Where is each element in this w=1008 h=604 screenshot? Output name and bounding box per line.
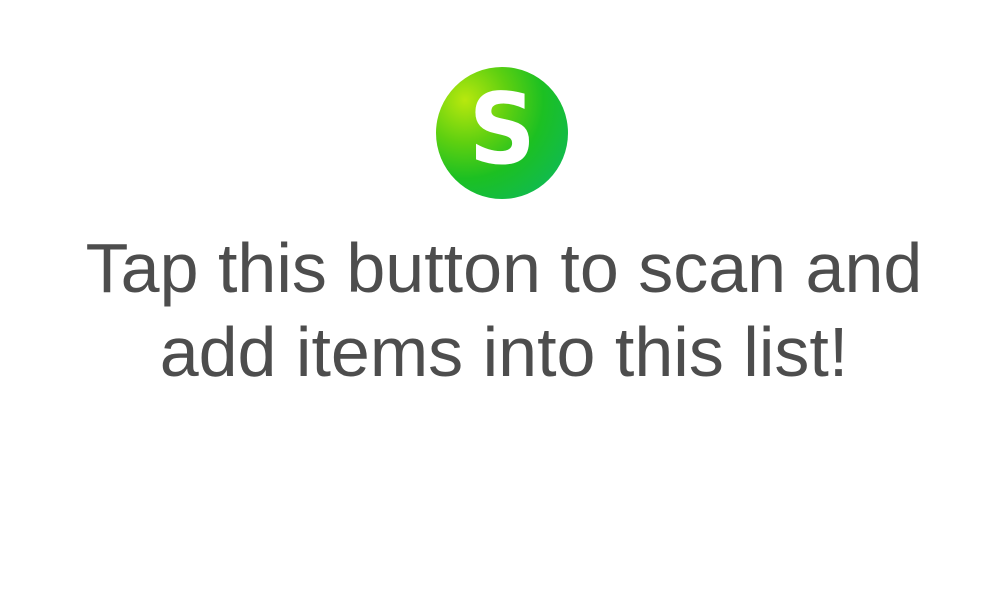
empty-state-hint: Tap this button to scan and add items in… — [0, 226, 1008, 394]
scan-button[interactable]: S — [436, 67, 568, 199]
hint-line-2: add items into this list! — [159, 313, 849, 391]
empty-list-screen: S Tap this button to scan and add items … — [0, 0, 1008, 604]
hint-line-1: Tap this button to scan and — [85, 229, 923, 307]
scan-logo-icon: S — [468, 73, 536, 187]
